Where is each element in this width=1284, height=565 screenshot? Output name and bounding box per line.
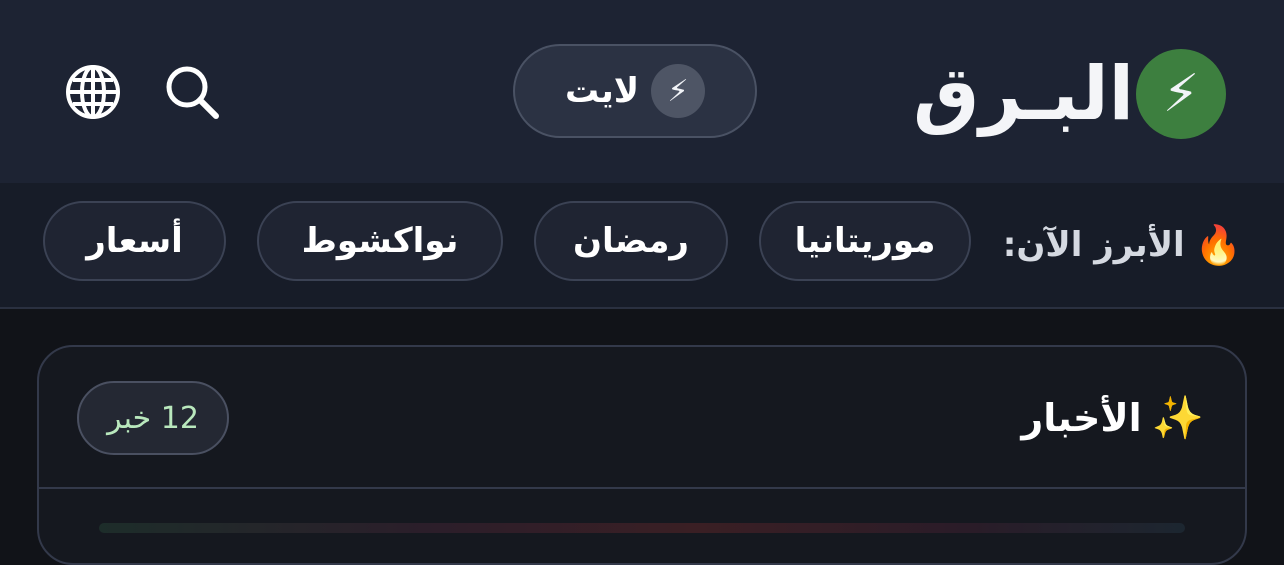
lightning-logo-icon: ⚡ xyxy=(1136,49,1226,139)
search-button[interactable] xyxy=(162,62,222,122)
globe-icon xyxy=(66,65,120,119)
news-card: ✨ الأخبار 12 خبر xyxy=(37,345,1247,565)
logo-text: البـرق xyxy=(913,51,1134,137)
trend-chip-ramadan[interactable]: رمضان xyxy=(534,201,728,281)
trend-chip-nouakchott[interactable]: نواكشوط xyxy=(257,201,503,281)
lightning-icon: ⚡ xyxy=(651,64,706,118)
trend-chip-mauritania[interactable]: موريتانيا xyxy=(759,201,971,281)
trend-chip-prices[interactable]: أسعار xyxy=(43,201,226,281)
trending-label: الأبرز الآن: xyxy=(1002,225,1185,265)
news-count-badge: 12 خبر xyxy=(77,381,229,455)
language-button[interactable] xyxy=(63,62,123,122)
card-divider xyxy=(39,487,1245,489)
site-header: ⚡ البـرق ⚡ لايت xyxy=(0,0,1284,183)
news-title: الأخبار xyxy=(1021,396,1142,440)
news-heading: ✨ الأخبار xyxy=(1021,393,1204,443)
lite-mode-label: لايت xyxy=(564,71,640,111)
site-logo[interactable]: ⚡ البـرق xyxy=(913,44,1226,144)
lite-mode-button[interactable]: ⚡ لايت xyxy=(513,44,757,138)
trending-title: 🔥 الأبرز الآن: xyxy=(1003,220,1242,270)
search-icon xyxy=(166,66,219,119)
sparkles-icon: ✨ xyxy=(1151,393,1204,442)
news-item-preview[interactable] xyxy=(99,523,1185,533)
fire-icon: 🔥 xyxy=(1194,222,1242,267)
